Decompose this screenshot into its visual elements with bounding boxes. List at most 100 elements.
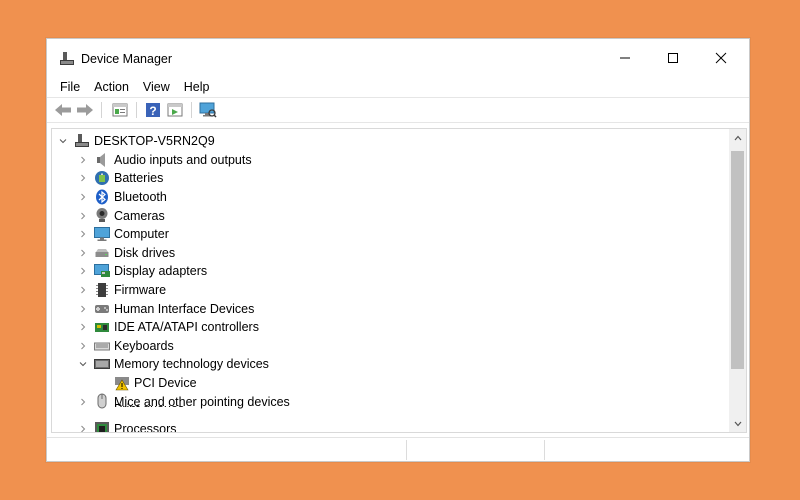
tree-item-label: Mice and other pointing devices	[114, 394, 290, 409]
tree-item-label: Human Interface Devices	[114, 301, 255, 316]
bluetooth-icon	[96, 189, 108, 205]
tree-item-label: Audio inputs and outputs	[114, 152, 252, 167]
camera-icon	[96, 208, 108, 223]
tree-root-label: DESKTOP-V5RN2Q9	[94, 134, 215, 149]
status-bar	[47, 437, 749, 461]
tree-item-label: Batteries	[114, 171, 164, 186]
tree-item-cameras[interactable]: Cameras	[52, 206, 728, 225]
tree-item-computer[interactable]: Computer	[52, 225, 728, 244]
tree-item-label: Display adapters	[114, 264, 208, 279]
tree-item-keyboards[interactable]: Keyboards	[52, 337, 728, 356]
menu-view[interactable]: View	[136, 77, 177, 97]
scroll-down-button[interactable]	[729, 415, 746, 432]
collapse-arrow-icon[interactable]	[58, 136, 68, 146]
expand-arrow-icon[interactable]	[78, 424, 88, 432]
display-adapter-icon	[94, 264, 110, 278]
svg-text:?: ?	[149, 104, 156, 118]
expand-arrow-icon[interactable]	[78, 211, 88, 221]
scroll-up-button[interactable]	[729, 129, 746, 146]
tree-item-mice[interactable]: Mice and other pointing devices	[52, 392, 728, 411]
minimize-icon	[620, 57, 630, 59]
firmware-chip-icon	[96, 282, 108, 297]
toolbar-separator	[101, 102, 102, 118]
expand-arrow-icon[interactable]	[78, 322, 88, 332]
vertical-scrollbar[interactable]	[729, 129, 746, 432]
close-icon	[715, 52, 727, 64]
tree-item-label: Disk drives	[114, 245, 176, 260]
tree-item-display-adapters[interactable]: Display adapters	[52, 262, 728, 281]
expand-arrow-icon[interactable]	[78, 266, 88, 276]
tree-item-label: Keyboards	[114, 338, 174, 353]
tree-root[interactable]: DESKTOP-V5RN2Q9	[52, 132, 728, 151]
expand-arrow-icon[interactable]	[78, 192, 88, 202]
status-cell	[544, 440, 749, 460]
tree-item-label: Processors	[114, 421, 177, 433]
tree-item-label: Memory technology devices	[114, 357, 269, 372]
expand-arrow-icon[interactable]	[78, 285, 88, 295]
expand-arrow-icon[interactable]	[78, 229, 88, 239]
computer-root-icon	[75, 134, 89, 147]
help-icon: ?	[146, 103, 160, 118]
title-bar[interactable]: Device Manager	[47, 39, 749, 77]
toolbar-separator	[191, 102, 192, 118]
keyboard-icon	[94, 342, 110, 351]
collapse-arrow-icon[interactable]	[78, 359, 88, 369]
expand-arrow-icon[interactable]	[78, 341, 88, 351]
hid-icon	[95, 305, 109, 314]
scan-hardware-button[interactable]	[198, 101, 218, 119]
scan-hardware-icon	[199, 102, 217, 118]
window-title: Device Manager	[81, 52, 173, 66]
expand-arrow-icon[interactable]	[78, 304, 88, 314]
tree-item-processors[interactable]: Processors	[52, 420, 728, 433]
tree-item-ide-controllers[interactable]: IDE ATA/ATAPI controllers	[52, 318, 728, 337]
tree-item-batteries[interactable]: Batteries	[52, 169, 728, 188]
disk-drive-icon	[95, 248, 109, 257]
update-driver-button[interactable]	[165, 101, 185, 119]
back-icon	[55, 104, 71, 116]
minimize-button[interactable]	[602, 39, 648, 77]
menu-bar: File Action View Help	[47, 77, 749, 97]
tree-item-label: Firmware	[114, 283, 167, 298]
tree-item-human-interface-devices[interactable]: Human Interface Devices	[52, 299, 728, 318]
tree-item-label: Computer	[114, 227, 169, 242]
tree-item-memory-technology-devices[interactable]: Memory technology devices	[52, 355, 728, 374]
properties-icon	[112, 103, 128, 117]
expand-arrow-icon[interactable]	[78, 155, 88, 165]
speaker-icon	[97, 152, 105, 167]
tree-item-bluetooth[interactable]: Bluetooth	[52, 188, 728, 207]
maximize-button[interactable]	[650, 39, 696, 77]
ide-controller-icon	[95, 323, 109, 332]
memory-device-icon	[94, 359, 110, 370]
expand-arrow-icon[interactable]	[78, 173, 88, 183]
expand-arrow-icon[interactable]	[78, 248, 88, 258]
mouse-icon	[97, 393, 107, 409]
device-tree[interactable]: DESKTOP-V5RN2Q9 Audio inputs and outputs	[51, 128, 747, 433]
chevron-down-icon	[734, 421, 741, 426]
device-manager-window: Device Manager File Action View Help ? D…	[46, 38, 750, 462]
battery-icon	[95, 171, 109, 186]
tree-item-firmware[interactable]: Firmware	[52, 281, 728, 300]
chevron-up-icon	[734, 135, 741, 140]
tree-item-disk-drives[interactable]: Disk drives	[52, 244, 728, 263]
tree-item-label: IDE ATA/ATAPI controllers	[114, 320, 259, 335]
properties-button[interactable]	[110, 101, 130, 119]
back-button[interactable]	[53, 101, 73, 119]
maximize-icon	[668, 53, 678, 63]
expand-arrow-icon[interactable]	[78, 397, 88, 407]
menu-file[interactable]: File	[53, 77, 87, 97]
tree-item-label: PCI Device	[134, 376, 197, 391]
tree-item-audio[interactable]: Audio inputs and outputs	[52, 151, 728, 170]
tree-item-label: Bluetooth	[114, 190, 167, 205]
toolbar-separator	[136, 102, 137, 118]
tree-item-pci-device[interactable]: PCI Device	[52, 374, 728, 393]
forward-button[interactable]	[75, 101, 95, 119]
menu-action[interactable]: Action	[87, 77, 136, 97]
menu-help[interactable]: Help	[177, 77, 217, 97]
help-button[interactable]: ?	[143, 101, 163, 119]
close-button[interactable]	[698, 39, 744, 77]
device-manager-icon	[60, 52, 74, 65]
monitor-icon	[94, 227, 110, 241]
status-cell	[406, 440, 544, 460]
update-driver-icon	[167, 103, 183, 117]
scroll-thumb[interactable]	[731, 151, 744, 369]
